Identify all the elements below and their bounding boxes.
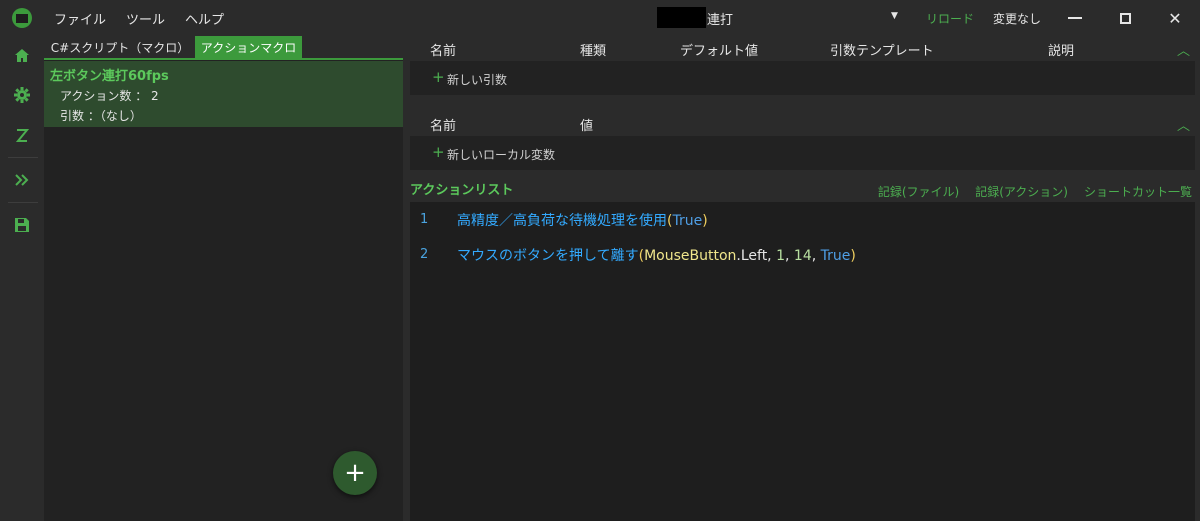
action-method: 高精度／高負荷な待機処理を使用: [457, 213, 667, 229]
add-macro-button[interactable]: +: [333, 451, 377, 495]
tab-underline: [44, 58, 403, 60]
type-name: MouseButton: [644, 248, 737, 264]
line-number: 1: [420, 212, 429, 227]
icon-rail: [0, 36, 44, 521]
separator: ,: [811, 248, 821, 264]
separator: ,: [785, 248, 794, 264]
title-dropdown-icon[interactable]: ▼: [891, 11, 898, 21]
col-arg-template: 引数テンプレート: [830, 44, 934, 59]
macro-list-item[interactable]: 左ボタン連打60fps アクション数 ： 2 引数 ：（なし）: [44, 61, 403, 127]
action-list-links: 記録(ファイル) 記録(アクション) ショートカット一覧: [878, 183, 1192, 200]
macro-panel: C#スクリプト（マクロ） アクションマクロ 左ボタン連打60fps アクション数…: [44, 36, 403, 521]
double-chevron-icon[interactable]: [12, 170, 32, 190]
col-default: デフォルト値: [680, 44, 759, 59]
change-status: 変更なし: [993, 12, 1042, 26]
maximize-button[interactable]: [1100, 0, 1150, 36]
minimize-button[interactable]: [1050, 0, 1100, 36]
paren: ): [702, 213, 708, 229]
macro-args: 引数 ：（なし）: [60, 109, 142, 123]
plus-icon: +: [432, 143, 445, 161]
add-argument-label: 新しい引数: [447, 73, 508, 87]
add-local-variable-label: 新しいローカル変数: [447, 148, 556, 162]
menu-help[interactable]: ヘルプ: [175, 9, 234, 28]
chevron-up-icon[interactable]: ︿: [1177, 40, 1190, 59]
number-literal: 1: [776, 248, 786, 264]
record-action-link[interactable]: 記録(アクション): [975, 183, 1068, 200]
home-icon[interactable]: [12, 46, 32, 66]
col-name: 名前: [430, 44, 457, 59]
number-literal: 14: [793, 248, 812, 264]
rail-divider: [8, 157, 38, 158]
macro-action-count: アクション数 ： 2: [60, 89, 159, 103]
tab-action-macro[interactable]: アクションマクロ: [195, 36, 302, 58]
line-number: 2: [420, 247, 429, 262]
menu-bar: ファイル ツール ヘルプ: [44, 0, 234, 36]
action-source: 高精度／高負荷な待機処理を使用(True): [457, 210, 708, 230]
save-icon[interactable]: [12, 215, 32, 235]
close-icon: ✕: [1168, 8, 1182, 28]
shortcut-list-link[interactable]: ショートカット一覧: [1084, 183, 1192, 200]
window-title: 連打: [707, 13, 734, 28]
macro-name: 左ボタン連打60fps: [50, 69, 169, 84]
member-access: .Left,: [736, 248, 777, 264]
paren: ): [850, 248, 856, 264]
action-line[interactable]: 1 高精度／高負荷な待機処理を使用(True): [410, 210, 1195, 232]
args-table-header: 名前 種類 デフォルト値 引数テンプレート 説明 ︿: [410, 36, 1200, 60]
add-local-variable-row[interactable]: + 新しいローカル変数: [410, 136, 1195, 170]
action-list-title: アクションリスト: [410, 183, 514, 198]
bool-literal: True: [672, 213, 703, 229]
col-description: 説明: [1048, 44, 1075, 59]
col-name: 名前: [430, 119, 457, 134]
tab-csharp-script[interactable]: C#スクリプト（マクロ）: [50, 36, 190, 58]
action-method: マウスのボタンを押して離す: [457, 248, 639, 264]
action-line[interactable]: 2 マウスのボタンを押して離す(MouseButton.Left, 1, 14,…: [410, 245, 1195, 267]
action-code-area[interactable]: 1 高精度／高負荷な待機処理を使用(True) 2 マウスのボタンを押して離す(…: [410, 202, 1195, 521]
plus-icon: +: [344, 458, 366, 488]
add-argument-row[interactable]: + 新しい引数: [410, 61, 1195, 95]
locals-table-header: 名前 値 ︿: [410, 111, 1200, 135]
col-value: 値: [580, 119, 594, 134]
menu-tools[interactable]: ツール: [116, 9, 175, 28]
redacted-title-block: [657, 7, 706, 28]
minimize-icon: [1068, 17, 1082, 19]
close-button[interactable]: ✕: [1150, 0, 1200, 36]
gear-icon[interactable]: [12, 85, 32, 105]
menu-file[interactable]: ファイル: [44, 9, 116, 28]
title-bar: ファイル ツール ヘルプ 連打 ▼ リロード 変更なし ✕: [0, 0, 1200, 36]
action-source: マウスのボタンを押して離す(MouseButton.Left, 1, 14, T…: [457, 245, 856, 265]
app-logo-icon: [12, 8, 32, 28]
reload-button[interactable]: リロード: [926, 10, 974, 27]
chevron-up-icon[interactable]: ︿: [1177, 115, 1190, 134]
bool-literal: True: [820, 248, 851, 264]
col-type: 種類: [580, 44, 607, 59]
rail-divider: [8, 202, 38, 203]
z-icon[interactable]: [12, 125, 32, 145]
record-file-link[interactable]: 記録(ファイル): [878, 183, 959, 200]
macro-tabs: C#スクリプト（マクロ） アクションマクロ: [44, 36, 403, 58]
editor-panel: 名前 種類 デフォルト値 引数テンプレート 説明 ︿ + 新しい引数 名前 値 …: [410, 36, 1200, 521]
plus-icon: +: [432, 68, 445, 86]
maximize-icon: [1119, 12, 1131, 24]
